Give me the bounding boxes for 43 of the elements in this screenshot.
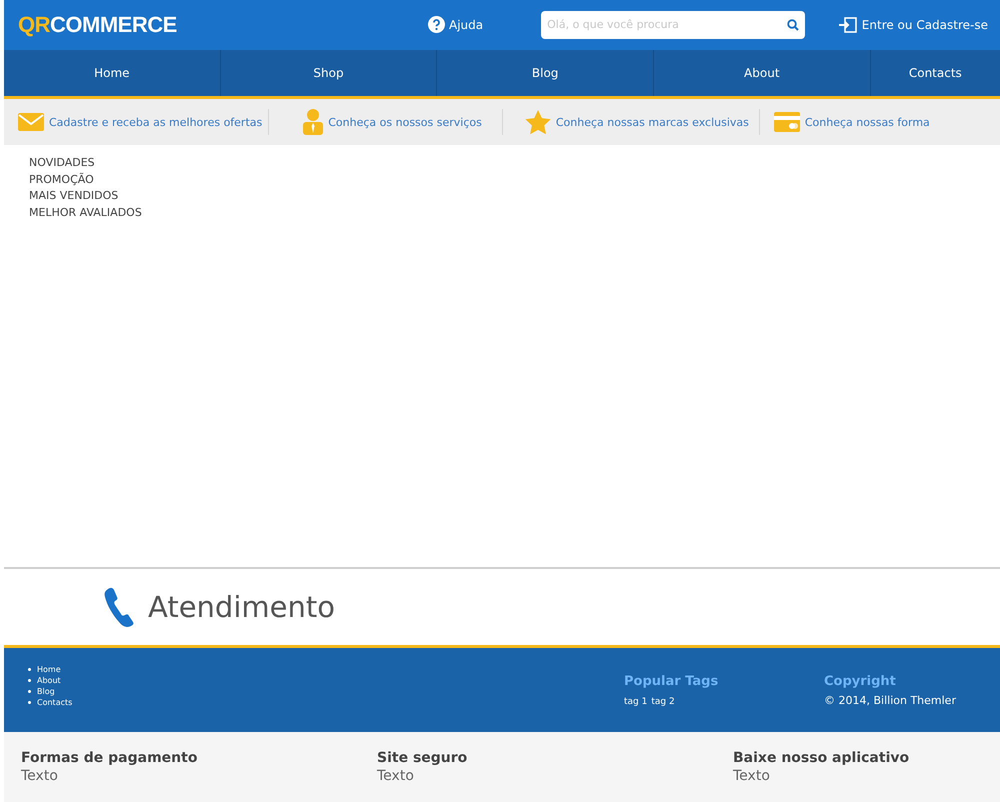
tag-link[interactable]: tag 1 [624, 697, 648, 708]
feature-link[interactable]: Cadastre e receba as melhores ofertas [4, 109, 270, 136]
copyright-text: © 2014, Billion Themler [824, 694, 957, 708]
footer-link[interactable]: About [37, 675, 61, 686]
person-icon [303, 109, 324, 136]
nav-tab[interactable]: Home [4, 50, 221, 96]
bullet-icon [28, 690, 31, 694]
login-link[interactable]: Entre ou Cadastre-se [838, 16, 988, 33]
support-title: Atendimento [148, 590, 335, 624]
star-icon [524, 110, 551, 135]
tag-link[interactable]: tag 2 [651, 697, 675, 708]
help-icon [428, 16, 445, 34]
info-text: Texto [733, 768, 771, 784]
nav-tab[interactable]: Blog [437, 50, 654, 96]
info-text: Texto [21, 768, 59, 784]
category-link[interactable]: MELHOR AVALIADOS [29, 204, 142, 222]
info-text: Texto [377, 768, 415, 784]
nav-tab[interactable]: Shop [220, 50, 438, 96]
logo[interactable]: QRCOMMERCE [18, 12, 177, 38]
info-title: Baixe nosso aplicativo [733, 750, 910, 766]
tags-title: Popular Tags [624, 674, 720, 690]
category-link[interactable]: PROMOÇÃO [29, 172, 94, 188]
category-link[interactable]: NOVIDADES [29, 155, 95, 172]
search-icon[interactable] [787, 18, 800, 31]
help-link[interactable]: Ajuda [428, 16, 484, 34]
feature-link[interactable]: Conheça os nossos serviços [269, 109, 503, 136]
category-link[interactable]: MAIS VENDIDOS [29, 188, 118, 205]
footer-link[interactable]: Contacts [37, 697, 72, 708]
card-icon [774, 112, 800, 132]
bullet-icon [28, 679, 31, 682]
bullet-icon [28, 701, 31, 704]
info-title: Site seguro [377, 750, 468, 766]
sign-in-icon [838, 16, 857, 33]
copyright-title: Copyright [824, 674, 897, 690]
envelope-icon [18, 113, 44, 132]
footer-link[interactable]: Home [37, 664, 61, 676]
nav-tab[interactable]: About [654, 50, 871, 96]
info-title: Formas de pagamento [21, 750, 198, 766]
feature-link[interactable]: Conheça nossas forma [760, 109, 936, 136]
bullet-icon [28, 668, 31, 672]
footer-link[interactable]: Blog [37, 686, 55, 698]
nav-tab[interactable]: Contacts [870, 50, 1000, 96]
feature-link[interactable]: Conheça nossas marcas exclusivas [502, 109, 760, 136]
